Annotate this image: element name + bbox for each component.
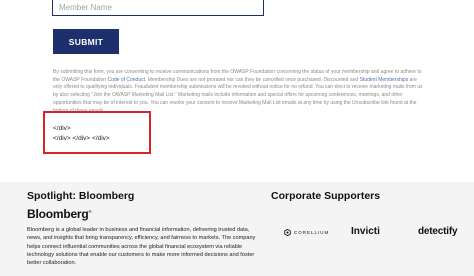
- student-memberships-link[interactable]: Student Memberships: [360, 77, 409, 83]
- sponsor-detectify-label: detectify: [418, 226, 458, 237]
- sponsor-corellium[interactable]: CORELLIUM: [284, 229, 329, 236]
- sponsor-corellium-label: CORELLIUM: [294, 230, 330, 235]
- code-of-conduct-link[interactable]: Code of Conduct: [107, 77, 145, 83]
- consent-text: By submitting this form, you are consent…: [53, 69, 423, 115]
- member-name-input[interactable]: [52, 0, 264, 16]
- registered-mark-icon: ®: [88, 209, 92, 214]
- highlight-annotation-box: [43, 111, 151, 154]
- sponsor-detectify[interactable]: detectify: [418, 226, 458, 237]
- membership-form-section: SUBMIT By submitting this form, you are …: [0, 0, 474, 182]
- sponsor-invicti-label: Invicti: [351, 226, 380, 237]
- submit-button[interactable]: SUBMIT: [53, 29, 119, 54]
- corellium-logo-icon: [284, 229, 291, 236]
- bloomberg-logo[interactable]: Bloomberg®: [27, 207, 91, 221]
- sponsor-invicti[interactable]: Invicti: [351, 226, 380, 237]
- spotlight-description: Bloomberg is a global leader in business…: [27, 227, 256, 267]
- bloomberg-logo-text: Bloomberg: [27, 207, 89, 221]
- spotlight-title: Spotlight: Bloomberg: [27, 190, 135, 202]
- corporate-supporters-title: Corporate Supporters: [271, 190, 381, 202]
- consent-text-part2: . Membership Dues are not prorated nor c…: [145, 76, 360, 83]
